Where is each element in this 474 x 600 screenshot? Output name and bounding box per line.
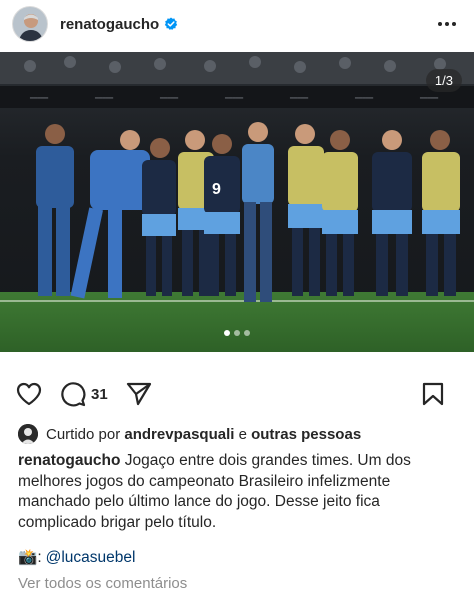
more-options-button[interactable] — [434, 11, 460, 37]
svg-text:━━━━━: ━━━━━ — [289, 96, 308, 102]
comment-button[interactable]: 31 — [60, 381, 108, 407]
svg-text:9: 9 — [212, 181, 221, 198]
camera-icon: 📸 — [18, 549, 38, 566]
avatar-image — [13, 7, 47, 41]
carousel-dot-2[interactable] — [234, 330, 240, 336]
svg-text:━━━━━: ━━━━━ — [354, 96, 373, 102]
credit-mention-link[interactable]: @lucasuebel — [46, 549, 136, 567]
share-button[interactable] — [126, 382, 152, 406]
credit-separator: : — [37, 548, 42, 566]
post-image: ━━━━━ ━━━━━ ━━━━━ ━━━━━ ━━━━━ ━━━━━ ━━━━━ — [0, 52, 474, 352]
slide-counter: 1/3 — [425, 69, 462, 92]
likes-prefix: Curtido por — [46, 425, 121, 443]
caption-username[interactable]: renatogaucho — [18, 452, 120, 469]
svg-text:━━━━━: ━━━━━ — [159, 96, 178, 102]
more-dots-icon — [438, 22, 456, 26]
post-photo[interactable]: ━━━━━ ━━━━━ ━━━━━ ━━━━━ ━━━━━ ━━━━━ ━━━━━ — [0, 52, 474, 352]
comment-count: 31 — [91, 385, 108, 403]
post-author-username[interactable]: renatogaucho — [60, 16, 159, 33]
svg-text:━━━━━: ━━━━━ — [94, 96, 113, 102]
comment-icon — [61, 382, 86, 407]
bookmark-icon — [422, 382, 444, 406]
view-all-comments-link[interactable]: Ver todos os comentários — [18, 575, 187, 592]
avatar[interactable] — [12, 6, 48, 42]
liker-username[interactable]: andrevpasquali — [124, 426, 234, 443]
post-header: renatogaucho — [0, 0, 474, 48]
send-icon — [126, 382, 151, 406]
svg-text:━━━━━: ━━━━━ — [29, 96, 48, 102]
carousel-dot-1[interactable] — [224, 330, 230, 336]
likes-joiner: e — [238, 425, 247, 443]
liker-avatar[interactable] — [18, 424, 38, 444]
carousel-dot-3[interactable] — [244, 330, 250, 336]
post-caption: renatogaucho Jogaço entre dois grandes t… — [18, 451, 458, 533]
save-button[interactable] — [422, 382, 444, 406]
like-button[interactable] — [16, 382, 42, 406]
carousel-dots — [0, 330, 474, 336]
svg-text:━━━━━: ━━━━━ — [419, 96, 438, 102]
likes-others-link[interactable]: outras pessoas — [251, 426, 361, 443]
likes-summary: Curtido por andrevpasquali e outras pess… — [18, 423, 361, 445]
heart-icon — [16, 382, 42, 406]
action-bar: 31 — [0, 374, 474, 414]
svg-text:━━━━━: ━━━━━ — [224, 96, 243, 102]
verified-badge-icon — [164, 17, 178, 31]
photo-credit: 📸: @lucasuebel — [18, 548, 135, 567]
